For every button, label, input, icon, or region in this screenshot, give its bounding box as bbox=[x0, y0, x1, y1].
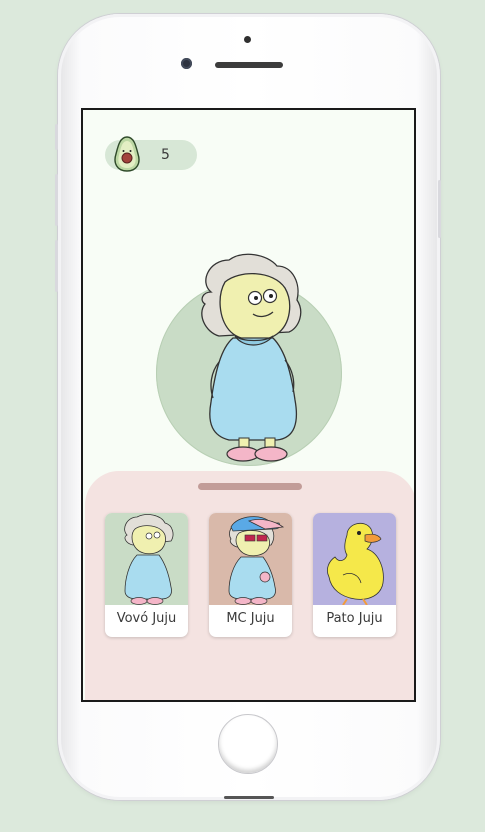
character-card-label: MC Juju bbox=[226, 611, 275, 626]
vovo-juju-character[interactable] bbox=[181, 252, 321, 462]
character-card-label: Vovó Juju bbox=[116, 611, 177, 626]
coin-counter: 5 bbox=[105, 136, 197, 172]
vovo-juju-thumbnail bbox=[105, 513, 188, 605]
counter-value: 5 bbox=[161, 147, 170, 163]
home-button[interactable] bbox=[218, 714, 278, 774]
pato-juju-thumbnail bbox=[313, 513, 396, 605]
avocado-icon bbox=[114, 136, 140, 172]
character-picker-sheet: Vovó Juju MC Juju Pato Juju bbox=[85, 471, 414, 700]
sensor bbox=[244, 36, 251, 43]
side-button bbox=[55, 124, 58, 150]
volume-down-button bbox=[55, 240, 58, 292]
power-button bbox=[438, 180, 441, 238]
bottom-edge bbox=[224, 796, 274, 799]
sheet-handle[interactable] bbox=[198, 483, 302, 490]
app-screen: 5 Vovó Juju MC Juju Pato Juju bbox=[81, 108, 416, 702]
character-card-pato-juju[interactable]: Pato Juju bbox=[313, 513, 396, 637]
mc-juju-thumbnail bbox=[209, 513, 292, 605]
character-card-vovo-juju[interactable]: Vovó Juju bbox=[105, 513, 188, 637]
front-camera bbox=[181, 58, 192, 69]
character-card-mc-juju[interactable]: MC Juju bbox=[209, 513, 292, 637]
volume-up-button bbox=[55, 174, 58, 226]
character-card-label: Pato Juju bbox=[326, 611, 383, 626]
earpiece-speaker bbox=[215, 62, 283, 68]
